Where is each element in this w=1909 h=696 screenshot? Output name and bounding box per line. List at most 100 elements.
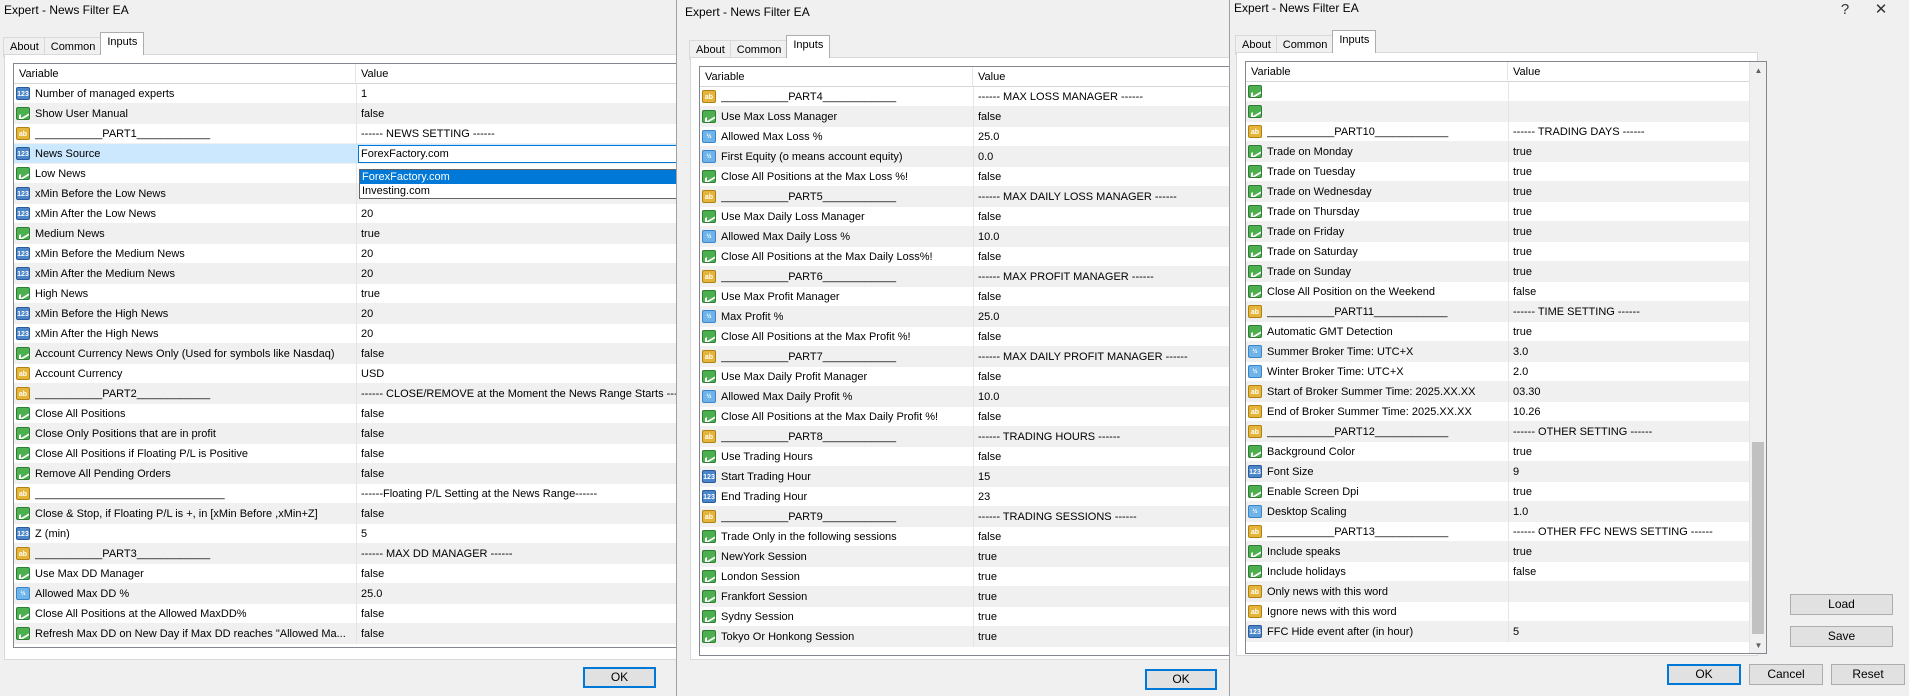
header-value[interactable]: Value xyxy=(973,67,1229,87)
table-row[interactable]: ½ Summer Broker Time: UTC+X 3.0 xyxy=(1246,342,1766,362)
table-row[interactable]: ½ First Equity (o means account equity) 0.… xyxy=(700,147,1229,167)
table-row[interactable]: Trade on Wednesday true xyxy=(1246,182,1766,202)
table-row[interactable]: 123 xMin After the Low News 20 xyxy=(14,204,676,224)
tab-inputs[interactable]: Inputs xyxy=(100,32,145,55)
scroll-thumb[interactable] xyxy=(1752,442,1764,634)
row-value[interactable]: true xyxy=(973,587,1229,607)
vertical-scrollbar[interactable]: ▲ ▼ xyxy=(1749,62,1766,653)
table-row[interactable]: ab Ignore news with this word xyxy=(1246,602,1766,622)
table-row[interactable]: Refresh Max DD on New Day if Max DD reac… xyxy=(14,624,676,644)
header-variable[interactable]: Variable xyxy=(14,64,356,84)
row-value[interactable]: 10.0 xyxy=(973,227,1229,247)
row-value[interactable]: true xyxy=(1508,482,1766,502)
table-row[interactable]: ab Account Currency USD xyxy=(14,364,676,384)
table-row[interactable]: Trade on Tuesday true xyxy=(1246,162,1766,182)
table-row[interactable]: Use Max DD Manager false xyxy=(14,564,676,584)
table-row[interactable]: Use Trading Hours false xyxy=(700,447,1229,467)
table-row[interactable]: 123 Start Trading Hour 15 xyxy=(700,467,1229,487)
row-value[interactable]: 20 xyxy=(356,244,676,264)
table-row[interactable]: Use Max Daily Loss Manager false xyxy=(700,207,1229,227)
table-row[interactable]: Include holidays false xyxy=(1246,562,1766,582)
row-value[interactable]: true xyxy=(1508,262,1766,282)
row-value[interactable]: false xyxy=(356,464,676,484)
row-value[interactable]: true xyxy=(1508,202,1766,222)
header-variable[interactable]: Variable xyxy=(1246,62,1508,82)
row-value[interactable]: false xyxy=(356,564,676,584)
scroll-down-icon[interactable]: ▼ xyxy=(1750,637,1766,653)
row-value[interactable] xyxy=(1508,582,1766,602)
row-value[interactable]: true xyxy=(973,627,1229,647)
table-row[interactable]: Trade Only in the following sessions fals… xyxy=(700,527,1229,547)
table-row[interactable]: Close All Positions at the Max Daily Pro… xyxy=(700,407,1229,427)
table-row[interactable]: ab ___________PART2____________ ------ CLO… xyxy=(14,384,676,404)
row-value[interactable]: true xyxy=(1508,542,1766,562)
row-value[interactable]: 25.0 xyxy=(973,307,1229,327)
row-value[interactable]: true xyxy=(1508,162,1766,182)
table-row[interactable]: Sydny Session true xyxy=(700,607,1229,627)
row-value[interactable]: false xyxy=(1508,562,1766,582)
row-value[interactable]: 25.0 xyxy=(356,584,676,604)
table-row[interactable]: ½ Allowed Max DD % 25.0 xyxy=(14,584,676,604)
row-value[interactable]: true xyxy=(973,567,1229,587)
table-row[interactable]: ab _______________________________ ------F… xyxy=(14,484,676,504)
table-row[interactable]: Trade on Monday true xyxy=(1246,142,1766,162)
table-row[interactable]: ½ Desktop Scaling 1.0 xyxy=(1246,502,1766,522)
table-row[interactable]: ab ___________PART10____________ ------ TR… xyxy=(1246,122,1766,142)
row-value[interactable]: false xyxy=(356,604,676,624)
table-row[interactable]: Background Color true xyxy=(1246,442,1766,462)
row-value[interactable]: true xyxy=(973,547,1229,567)
row-value[interactable]: true xyxy=(1508,322,1766,342)
row-value[interactable]: true xyxy=(356,224,676,244)
row-value[interactable]: false xyxy=(973,107,1229,127)
table-row[interactable]: 123 News Source ForexFactory.com⌄ xyxy=(14,144,676,164)
table-row[interactable]: ab Only news with this word xyxy=(1246,582,1766,602)
row-value[interactable]: USD xyxy=(356,364,676,384)
row-value[interactable]: false xyxy=(356,344,676,364)
row-value[interactable]: 3.0 xyxy=(1508,342,1766,362)
table-row[interactable]: Trade on Friday true xyxy=(1246,222,1766,242)
table-row[interactable]: 123 xMin After the Medium News 20 xyxy=(14,264,676,284)
table-row[interactable]: High News true xyxy=(14,284,676,304)
row-value[interactable]: false xyxy=(356,504,676,524)
table-row[interactable]: ab ___________PART12____________ ------ OT… xyxy=(1246,422,1766,442)
row-value[interactable]: true xyxy=(1508,242,1766,262)
table-row[interactable]: Close & Stop, if Floating P/L is +, in [… xyxy=(14,504,676,524)
table-row[interactable]: ab ___________PART6____________ ------ MAX… xyxy=(700,267,1229,287)
table-row[interactable]: Close All Positions at the Allowed MaxDD… xyxy=(14,604,676,624)
table-row[interactable]: 123 FFC Hide event after (in hour) 5 xyxy=(1246,622,1766,642)
reset-button[interactable]: Reset xyxy=(1831,664,1905,685)
table-row[interactable]: Frankfort Session true xyxy=(700,587,1229,607)
row-value[interactable]: 1.0 xyxy=(1508,502,1766,522)
table-row[interactable]: Tokyo Or Honkong Session true xyxy=(700,627,1229,647)
table-row[interactable]: 123 Z (min) 5 xyxy=(14,524,676,544)
row-value[interactable]: true xyxy=(1508,222,1766,242)
row-value[interactable]: true xyxy=(973,607,1229,627)
row-value[interactable]: false xyxy=(973,287,1229,307)
row-value[interactable]: false xyxy=(973,527,1229,547)
row-value[interactable]: false xyxy=(973,407,1229,427)
table-row[interactable]: Close All Positions if Floating P/L is P… xyxy=(14,444,676,464)
table-row[interactable] xyxy=(1246,102,1766,122)
row-value[interactable]: false xyxy=(973,167,1229,187)
row-value[interactable]: ------ MAX LOSS MANAGER ------ xyxy=(973,87,1229,107)
table-row[interactable]: Close All Positions at the Max Profit %!… xyxy=(700,327,1229,347)
row-value[interactable]: false xyxy=(356,424,676,444)
row-value[interactable]: false xyxy=(973,367,1229,387)
table-row[interactable]: Close All Positions false xyxy=(14,404,676,424)
table-row[interactable]: Include speaks true xyxy=(1246,542,1766,562)
table-row[interactable]: ½ Allowed Max Loss % 25.0 xyxy=(700,127,1229,147)
ok-button[interactable]: OK xyxy=(583,667,656,688)
row-value[interactable]: false xyxy=(356,624,676,644)
row-value[interactable]: false xyxy=(973,247,1229,267)
table-row[interactable] xyxy=(1246,82,1766,102)
table-row[interactable]: ab ___________PART13____________ ------ OT… xyxy=(1246,522,1766,542)
header-value[interactable]: Value xyxy=(356,64,676,84)
table-row[interactable]: 123 Number of managed experts 1 xyxy=(14,84,676,104)
ok-button[interactable]: OK xyxy=(1145,669,1217,690)
table-row[interactable]: NewYork Session true xyxy=(700,547,1229,567)
table-row[interactable]: ½ Allowed Max Daily Profit % 10.0 xyxy=(700,387,1229,407)
row-value[interactable]: 03.30 xyxy=(1508,382,1766,402)
row-value[interactable]: ------ CLOSE/REMOVE at the Moment the Ne… xyxy=(356,384,676,404)
help-icon[interactable]: ? xyxy=(1827,1,1863,18)
row-value[interactable]: ------ MAX PROFIT MANAGER ------ xyxy=(973,267,1229,287)
